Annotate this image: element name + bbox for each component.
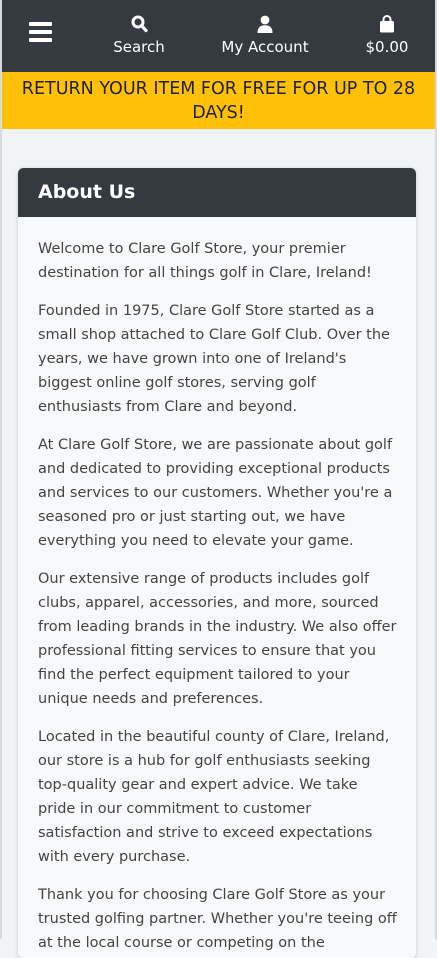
shopping-bag-icon: [380, 15, 394, 33]
page-frame-left: [0, 0, 2, 939]
search-label: Search: [113, 38, 165, 56]
about-paragraph: Founded in 1975, Clare Golf Store starte…: [38, 303, 390, 415]
about-us-title: About Us: [18, 168, 416, 217]
search-button[interactable]: Search: [111, 14, 167, 56]
top-navigation-bar: Search My Account $0.00: [2, 0, 435, 72]
search-icon: [131, 15, 148, 33]
about-paragraph: Our extensive range of products includes…: [38, 571, 397, 707]
my-account-button[interactable]: My Account: [218, 14, 312, 56]
about-paragraph: At Clare Golf Store, we are passionate a…: [38, 437, 393, 549]
hamburger-menu-icon[interactable]: [29, 22, 57, 46]
cart-button[interactable]: $0.00: [362, 14, 412, 56]
about-paragraph: Thank you for choosing Clare Golf Store …: [38, 887, 397, 951]
user-icon: [257, 15, 273, 33]
my-account-label: My Account: [221, 38, 309, 56]
about-paragraph: Located in the beautiful county of Clare…: [38, 729, 390, 865]
about-paragraph: Welcome to Clare Golf Store, your premie…: [38, 241, 372, 281]
about-us-card: About Us Welcome to Clare Golf Store, yo…: [18, 168, 416, 958]
cart-total: $0.00: [365, 38, 409, 56]
free-returns-banner: RETURN YOUR ITEM FOR FREE FOR UP TO 28 D…: [2, 72, 435, 129]
about-us-body: Welcome to Clare Golf Store, your premie…: [18, 217, 416, 955]
